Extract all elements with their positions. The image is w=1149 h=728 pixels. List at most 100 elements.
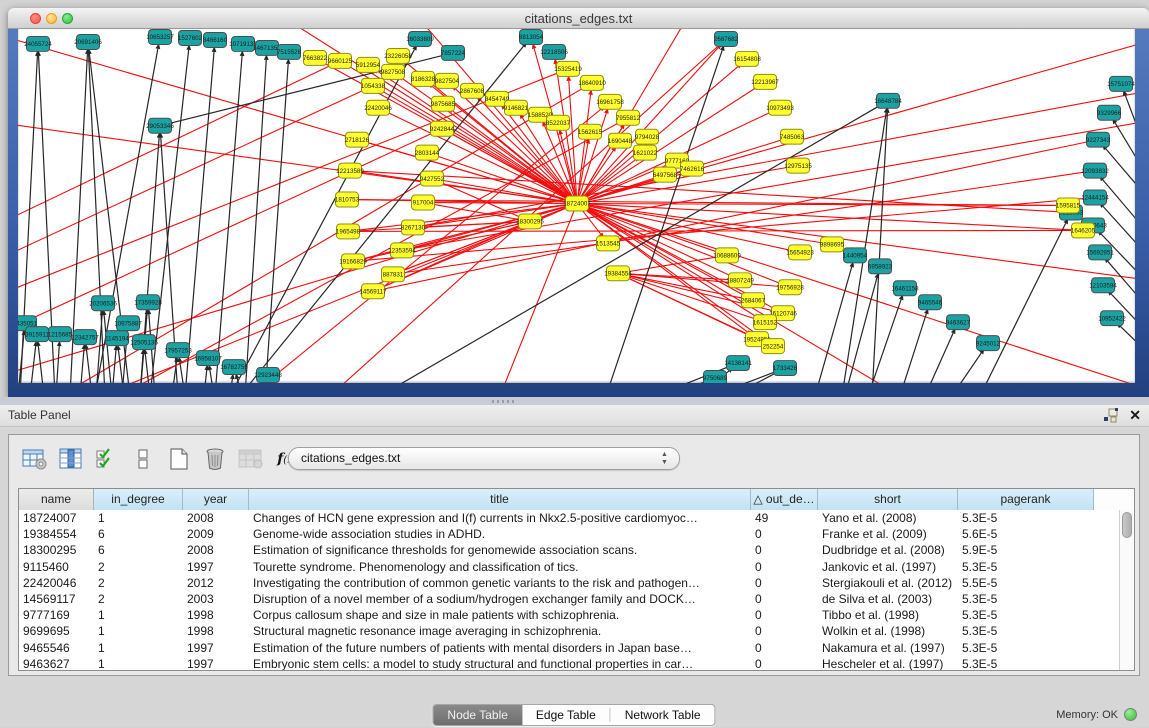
table-cell[interactable]: 0 <box>751 526 818 542</box>
table-cell[interactable]: 19384554 <box>19 526 94 542</box>
column-header-title[interactable]: title <box>249 489 751 510</box>
table-cell[interactable]: 18724007 <box>19 510 94 526</box>
table-cell[interactable]: 0 <box>751 640 818 656</box>
create-column-button[interactable] <box>164 445 194 473</box>
table-cell[interactable]: Disruption of a novel member of a sodium… <box>249 591 751 607</box>
column-header-name[interactable]: name <box>19 489 94 510</box>
show-columns-button[interactable] <box>56 445 86 473</box>
table-cell[interactable]: 5.3E-5 <box>958 656 1094 671</box>
table-cell[interactable]: 2 <box>94 559 183 575</box>
table-mode-button[interactable] <box>20 445 50 473</box>
split-handle[interactable] <box>0 397 1149 405</box>
table-cell[interactable]: 2012 <box>183 575 249 591</box>
table-cell[interactable]: Tourette syndrome. Phenomenology and cla… <box>249 559 751 575</box>
table-row[interactable]: 1872400712008Changes of HCN gene express… <box>19 510 1134 526</box>
table-cell[interactable]: 5.5E-5 <box>958 575 1094 591</box>
table-cell[interactable]: 0 <box>751 623 818 639</box>
table-cell[interactable]: Tibbo et al. (1998) <box>818 607 958 623</box>
table-cell[interactable]: 5.9E-5 <box>958 542 1094 558</box>
table-cell[interactable]: 1997 <box>183 656 249 671</box>
table-cell[interactable]: 14569117 <box>19 591 94 607</box>
table-cell[interactable]: 5.3E-5 <box>958 591 1094 607</box>
table-cell[interactable]: 1997 <box>183 640 249 656</box>
table-cell[interactable]: 5.3E-5 <box>958 607 1094 623</box>
table-cell[interactable]: 9777169 <box>19 607 94 623</box>
table-cell[interactable]: 0 <box>751 656 818 671</box>
table-row[interactable]: 969969511998Structural magnetic resonanc… <box>19 623 1134 639</box>
table-cell[interactable]: Nakamura et al. (1997) <box>818 640 958 656</box>
table-cell[interactable]: 2 <box>94 591 183 607</box>
table-cell[interactable]: 2003 <box>183 591 249 607</box>
table-vertical-scrollbar[interactable] <box>1119 510 1134 670</box>
table-cell[interactable]: 0 <box>751 559 818 575</box>
table-cell[interactable]: Jankovic et al. (1997) <box>818 559 958 575</box>
float-panel-icon[interactable] <box>1103 408 1119 423</box>
table-cell[interactable]: 9465546 <box>19 640 94 656</box>
select-columns-button[interactable] <box>92 445 122 473</box>
table-selector-dropdown[interactable]: citations_edges.txt ▲▼ <box>288 447 680 470</box>
network-canvas[interactable]: 2405572420691406106532571527602846616010… <box>18 29 1135 383</box>
table-cell[interactable]: 9463627 <box>19 656 94 671</box>
table-cell[interactable]: 6 <box>94 542 183 558</box>
table-cell[interactable]: 6 <box>94 526 183 542</box>
table-cell[interactable]: Hescheler et al. (1997) <box>818 656 958 671</box>
memory-ok-indicator[interactable] <box>1124 708 1137 721</box>
column-header-short[interactable]: short <box>818 489 958 510</box>
table-cell[interactable]: Genome-wide association studies in ADHD. <box>249 526 751 542</box>
table-cell[interactable]: 22420046 <box>19 575 94 591</box>
delete-column-button[interactable] <box>200 445 230 473</box>
table-cell[interactable]: Embryonic stem cells: a model to study s… <box>249 656 751 671</box>
network-window-titlebar[interactable]: citations_edges.txt <box>8 8 1149 29</box>
import-table-button[interactable] <box>236 445 266 473</box>
close-panel-icon[interactable]: ✕ <box>1129 407 1141 423</box>
table-cell[interactable]: 0 <box>751 591 818 607</box>
table-cell[interactable]: 1 <box>94 607 183 623</box>
table-row[interactable]: 946554611997Estimation of the future num… <box>19 640 1134 656</box>
table-cell[interactable]: 5.3E-5 <box>958 510 1094 526</box>
table-cell[interactable]: Investigating the contribution of common… <box>249 575 751 591</box>
table-cell[interactable]: 18300295 <box>19 542 94 558</box>
table-cell[interactable]: 5.6E-5 <box>958 526 1094 542</box>
table-row[interactable]: 911546021997Tourette syndrome. Phenomeno… <box>19 559 1134 575</box>
tab-network-table[interactable]: Network Table <box>611 705 715 725</box>
table-cell[interactable]: Structural magnetic resonance image aver… <box>249 623 751 639</box>
tab-edge-table[interactable]: Edge Table <box>522 705 610 725</box>
table-cell[interactable]: Estimation of significance thresholds fo… <box>249 542 751 558</box>
tab-node-table[interactable]: Node Table <box>433 705 522 725</box>
table-cell[interactable]: 9115460 <box>19 559 94 575</box>
table-cell[interactable]: 1998 <box>183 623 249 639</box>
table-cell[interactable]: Changes of HCN gene expression and I(f) … <box>249 510 751 526</box>
table-cell[interactable]: Stergiakouli et al. (2012) <box>818 575 958 591</box>
table-cell[interactable]: 1997 <box>183 559 249 575</box>
table-cell[interactable]: 2008 <box>183 542 249 558</box>
table-cell[interactable]: 9699695 <box>19 623 94 639</box>
table-cell[interactable]: 2 <box>94 575 183 591</box>
table-cell[interactable]: 2009 <box>183 526 249 542</box>
column-header-year[interactable]: year <box>183 489 249 510</box>
table-cell[interactable]: 49 <box>751 510 818 526</box>
scrollbar-thumb[interactable] <box>1122 512 1132 538</box>
table-row[interactable]: 1456911722003Disruption of a novel membe… <box>19 591 1134 607</box>
table-cell[interactable]: 0 <box>751 575 818 591</box>
table-cell[interactable]: Corpus callosum shape and size in male p… <box>249 607 751 623</box>
table-cell[interactable]: 0 <box>751 542 818 558</box>
column-header-in_degree[interactable]: in_degree <box>94 489 183 510</box>
table-cell[interactable]: 1 <box>94 510 183 526</box>
table-cell[interactable]: Wolkin et al. (1998) <box>818 623 958 639</box>
table-cell[interactable]: de Silva et al. (2003) <box>818 591 958 607</box>
table-cell[interactable]: Franke et al. (2009) <box>818 526 958 542</box>
table-cell[interactable]: 2008 <box>183 510 249 526</box>
table-row[interactable]: 946362711997Embryonic stem cells: a mode… <box>19 656 1134 671</box>
table-row[interactable]: 977716911998Corpus callosum shape and si… <box>19 607 1134 623</box>
table-cell[interactable]: 0 <box>751 607 818 623</box>
table-cell[interactable]: 1998 <box>183 607 249 623</box>
table-cell[interactable]: 1 <box>94 656 183 671</box>
table-cell[interactable]: 5.3E-5 <box>958 623 1094 639</box>
table-cell[interactable]: 5.3E-5 <box>958 559 1094 575</box>
table-cell[interactable]: Estimation of the future numbers of pati… <box>249 640 751 656</box>
column-header-out_de[interactable]: △ out_de… <box>751 489 818 510</box>
table-cell[interactable]: 1 <box>94 623 183 639</box>
toggle-rows-button[interactable] <box>128 445 158 473</box>
table-cell[interactable]: 5.3E-5 <box>958 640 1094 656</box>
table-row[interactable]: 1938455462009Genome-wide association stu… <box>19 526 1134 542</box>
